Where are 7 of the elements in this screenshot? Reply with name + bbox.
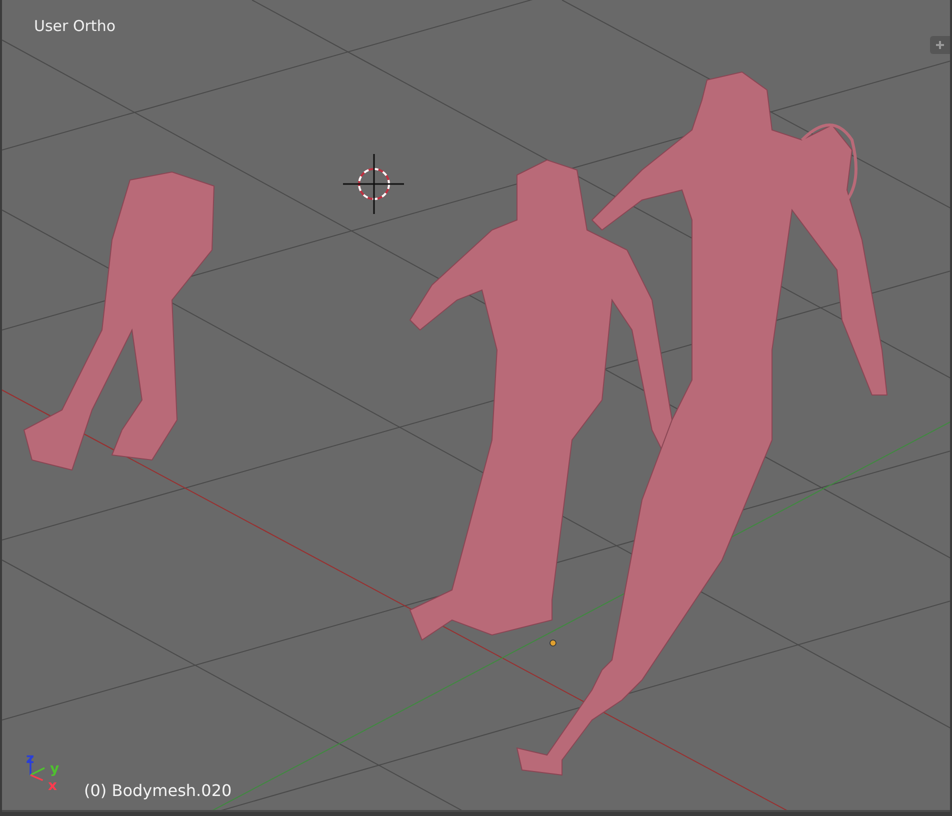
add-icon[interactable] [930, 36, 950, 54]
axis-label: x [48, 779, 58, 793]
origin-point-icon [550, 640, 556, 646]
view-title: User Ortho [34, 17, 116, 35]
axis-label: y [50, 762, 60, 776]
active-object-label: (0) Bodymesh.020 [84, 781, 232, 800]
3d-cursor-icon[interactable] [343, 154, 404, 214]
